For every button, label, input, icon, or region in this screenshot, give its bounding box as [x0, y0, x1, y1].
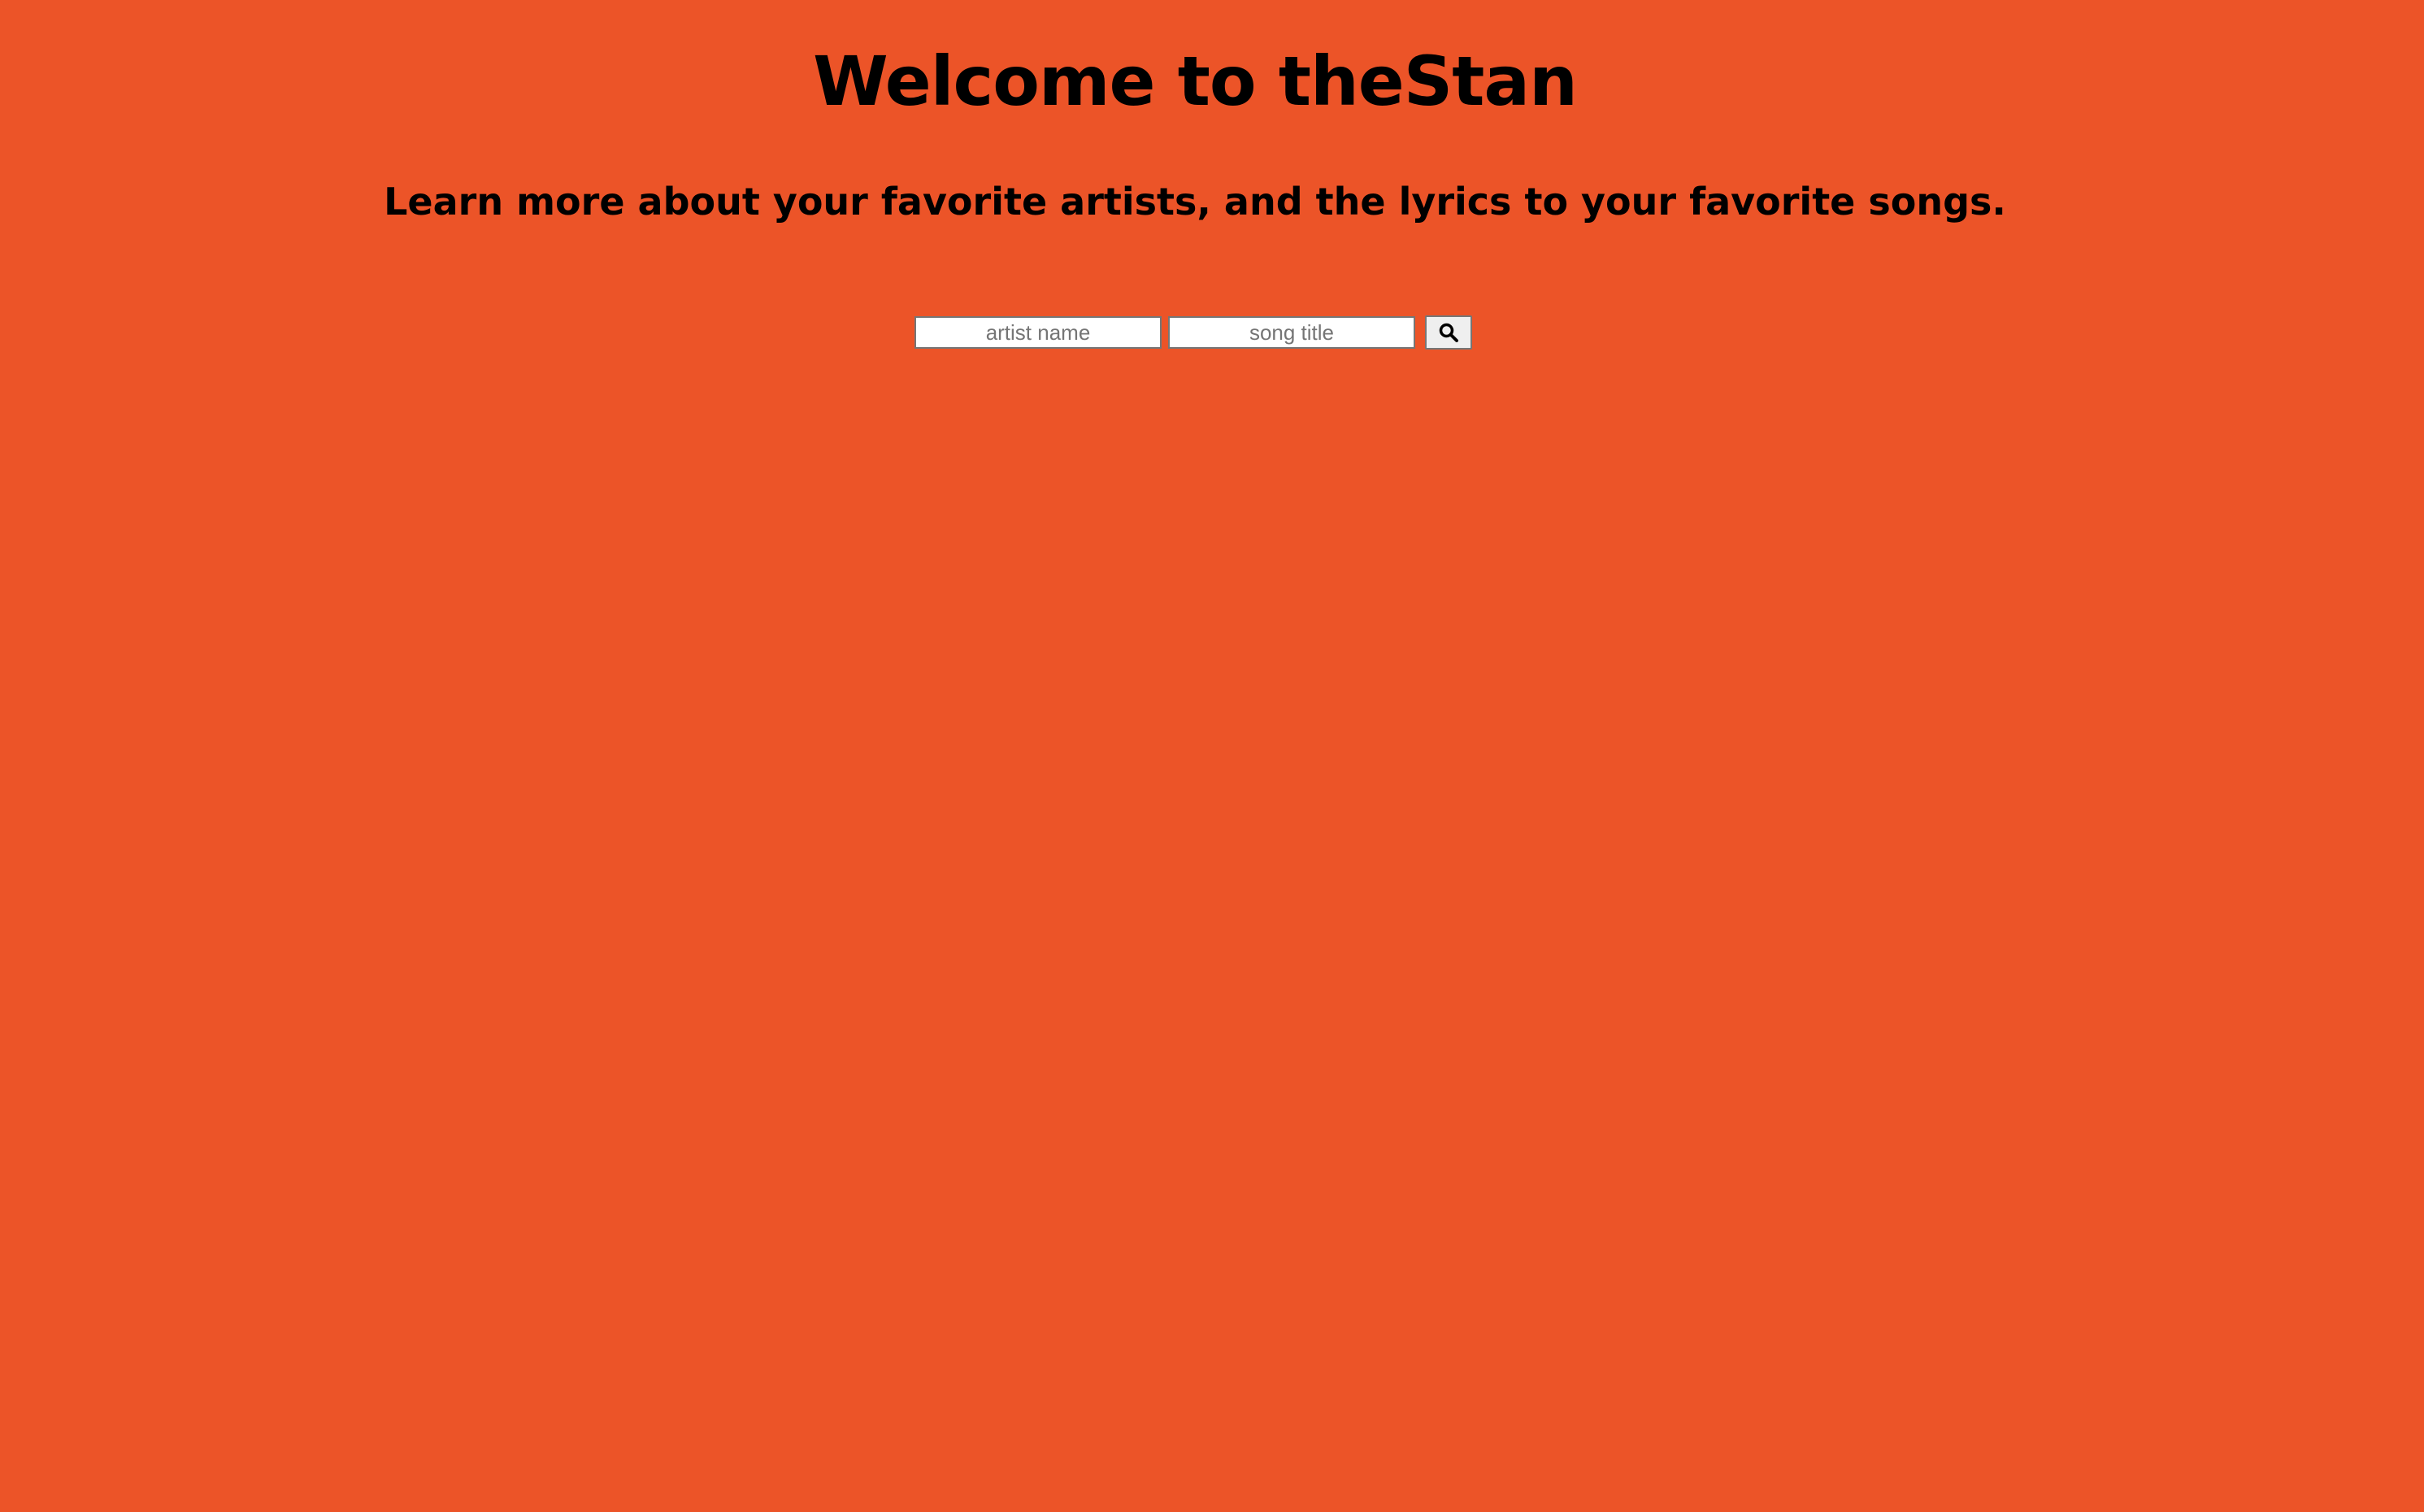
- page-subtitle: Learn more about your favorite artists, …: [384, 180, 2006, 224]
- page: Welcome to theStan Learn more about your…: [0, 0, 2424, 1512]
- search-form: [914, 315, 1472, 350]
- artist-name-input[interactable]: [914, 316, 1162, 349]
- song-title-input[interactable]: [1168, 316, 1415, 349]
- page-title: Welcome to theStan: [813, 41, 1578, 121]
- search-icon: [1438, 322, 1459, 343]
- search-button[interactable]: [1425, 315, 1472, 350]
